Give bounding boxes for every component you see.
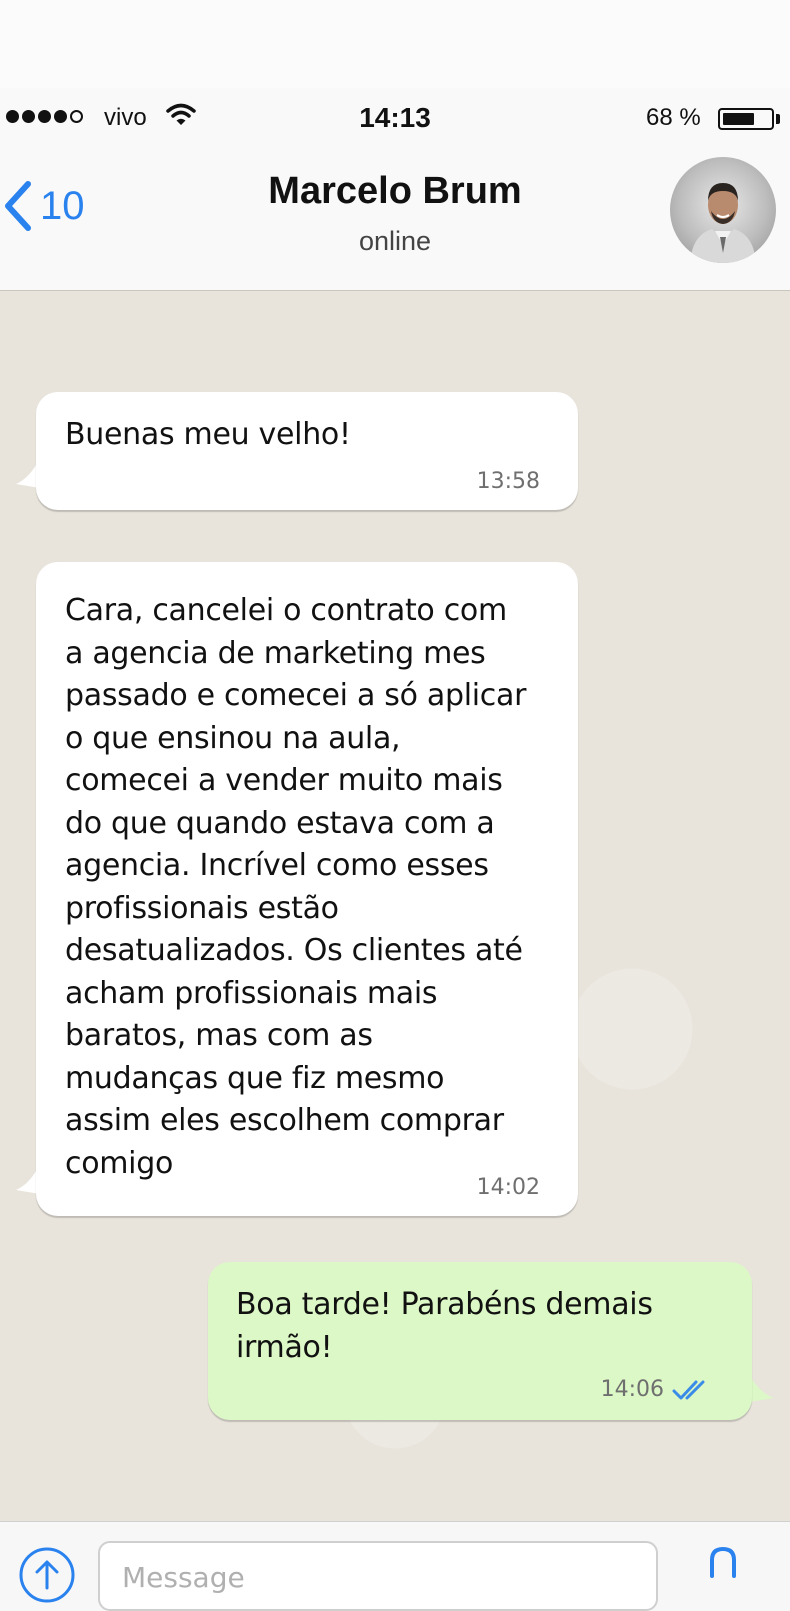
message-meta: 14:06 [601,1377,712,1402]
microphone-icon[interactable] [708,1546,738,1606]
message-text: Buenas meu velho! [65,417,351,452]
upload-icon[interactable] [18,1546,76,1604]
message-bubble-incoming[interactable]: Cara, cancelei o contrato com a agencia … [36,562,578,1216]
person-photo [690,183,756,263]
message-text: Boa tarde! Parabéns demais irmão! [236,1287,653,1365]
double-check-icon [672,1380,705,1399]
message-bubble-outgoing[interactable]: Boa tarde! Parabéns demais irmão! 14:06 [208,1262,752,1420]
message-text: Cara, cancelei o contrato com a agencia … [65,593,527,1181]
message-meta: 14:02 [477,1175,540,1200]
message-meta: 13:58 [477,469,540,494]
avatar[interactable] [670,157,776,263]
top-spacer [0,0,790,88]
message-time: 14:06 [600,1377,664,1402]
battery-tip [776,114,780,124]
battery-percent: 68 % [646,104,701,131]
message-time: 14:02 [476,1175,540,1200]
contact-status: online [358,226,432,256]
message-bubble-incoming[interactable]: Buenas meu velho! 13:58 [36,392,578,510]
message-time: 13:58 [476,469,540,494]
message-input[interactable]: Message [98,1541,658,1611]
battery-icon [718,108,774,130]
